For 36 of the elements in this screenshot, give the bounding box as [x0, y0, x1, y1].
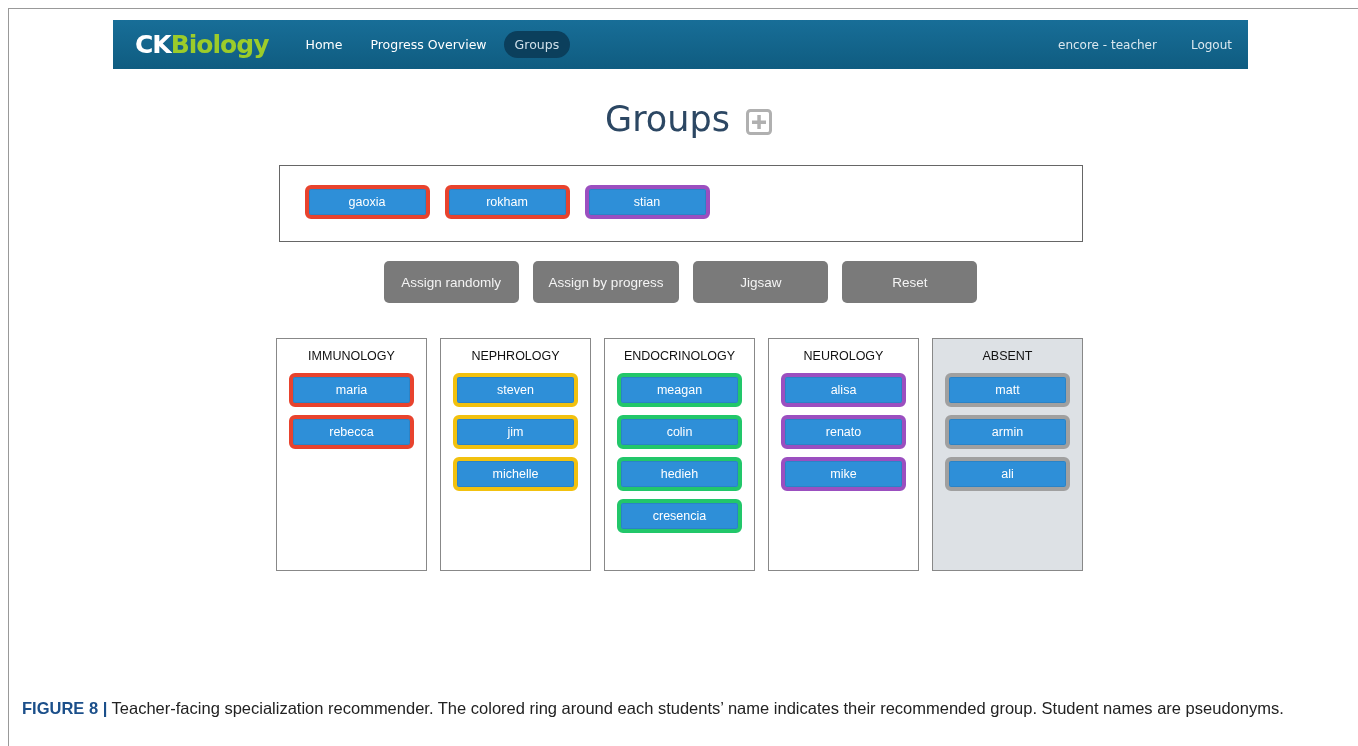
student-chip[interactable]: meagan: [617, 373, 742, 407]
student-chip[interactable]: jim: [453, 415, 578, 449]
add-icon[interactable]: [745, 109, 772, 135]
group-title: ABSENT: [982, 349, 1033, 363]
group-title: IMMUNOLOGY: [308, 349, 395, 363]
logout-link[interactable]: Logout: [1190, 37, 1232, 52]
action-button[interactable]: Assign randomly: [383, 261, 519, 303]
nav-link[interactable]: Home: [294, 31, 354, 58]
action-button[interactable]: Jigsaw: [693, 261, 829, 303]
figure-caption: FIGURE 8 | Teacher-facing specialization recommender. The colored ring around each students’ name indicates their recommended group. Student names are pseudonyms.: [22, 698, 1285, 719]
student-chip[interactable]: colin: [617, 415, 742, 449]
student-chip[interactable]: michelle: [453, 457, 578, 491]
student-chip[interactable]: mike: [781, 457, 906, 491]
student-chip[interactable]: armin: [945, 415, 1070, 449]
action-button[interactable]: Assign by progress: [532, 261, 680, 303]
student-chip[interactable]: cresencia: [617, 499, 742, 533]
group-title: NEPHROLOGY: [471, 349, 560, 363]
group-title: ENDOCRINOLOGY: [623, 349, 736, 363]
student-chip[interactable]: renato: [781, 415, 906, 449]
user-link[interactable]: encore - teacher: [1058, 37, 1157, 52]
student-chip[interactable]: matt: [945, 373, 1070, 407]
student-chip[interactable]: steven: [453, 373, 578, 407]
student-chip[interactable]: maria: [289, 373, 414, 407]
student-chip[interactable]: gaoxia: [304, 185, 430, 219]
logo[interactable]: CKBiology: [135, 30, 269, 59]
student-chip[interactable]: rokham: [444, 185, 570, 219]
student-chip[interactable]: stian: [584, 185, 710, 219]
page-title: Groups: [605, 99, 730, 139]
student-chip[interactable]: alisa: [781, 373, 906, 407]
group-title: NEUROLOGY: [803, 349, 884, 363]
nav-link[interactable]: Groups: [503, 31, 571, 58]
student-chip[interactable]: rebecca: [289, 415, 414, 449]
student-chip[interactable]: ali: [945, 457, 1070, 491]
student-chip[interactable]: hedieh: [617, 457, 742, 491]
nav-link[interactable]: Progress Overview: [359, 31, 498, 58]
action-button[interactable]: Reset: [842, 261, 978, 303]
